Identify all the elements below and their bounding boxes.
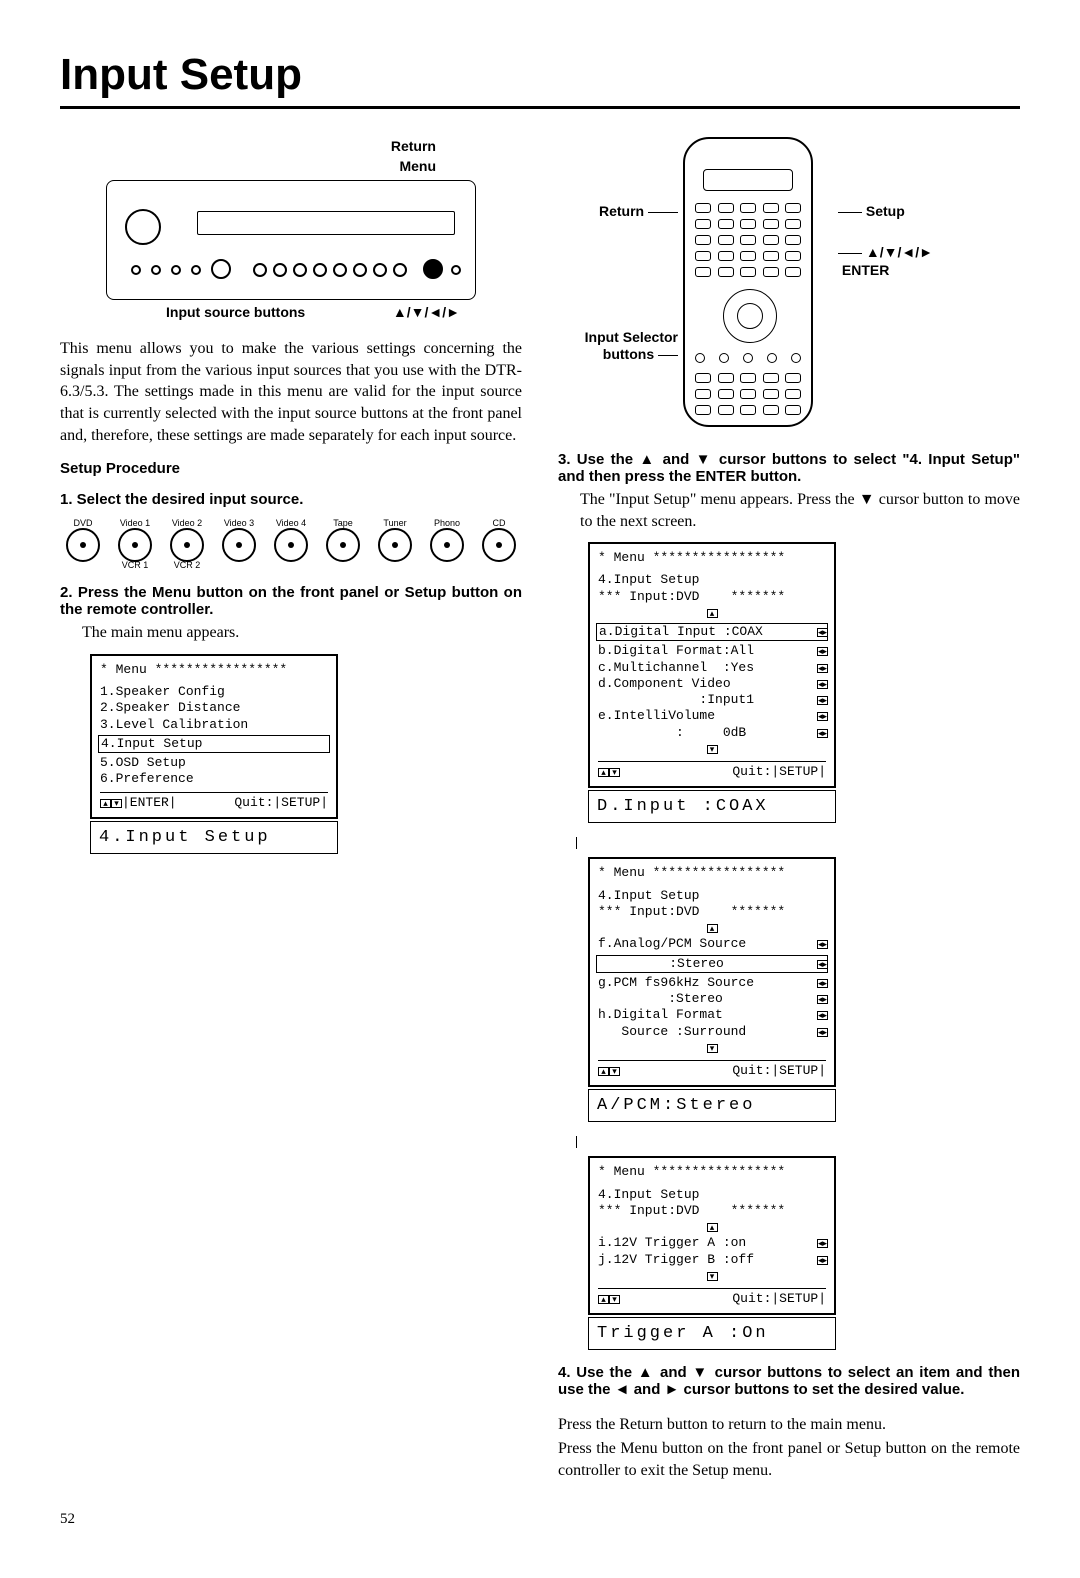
lcd-main: 4.Input Setup: [90, 821, 338, 854]
left-column: Return Menu: [60, 137, 522, 1481]
closing-1: Press the Return button to return to the…: [558, 1414, 1020, 1436]
input-source-button[interactable]: Video 1: [112, 518, 158, 562]
osd-input-setup-c: * Menu *****************4.Input Setup***…: [588, 1156, 836, 1315]
osd-main-menu: * Menu *****************1.Speaker Config…: [90, 654, 338, 819]
step-3-desc: The "Input Setup" menu appears. Press th…: [580, 489, 1020, 532]
input-source-button[interactable]: Video 4: [268, 518, 314, 562]
setup-procedure-heading: Setup Procedure: [60, 460, 522, 477]
lcd-b: A/PCM:Stereo: [588, 1089, 836, 1122]
input-source-button[interactable]: Tuner: [372, 518, 418, 562]
front-panel-illustration: [106, 180, 476, 300]
osd-input-setup-b: * Menu *****************4.Input Setup***…: [588, 857, 836, 1087]
page-title: Input Setup: [60, 50, 1020, 109]
input-source-button[interactable]: Video 2: [164, 518, 210, 562]
fp-label-input-src: Input source buttons: [166, 304, 305, 320]
input-source-button[interactable]: Video 3: [216, 518, 262, 562]
remote-diagram: Return Input Selector buttons Setup ▲/▼/…: [558, 137, 938, 437]
fp-label-arrows: ▲/▼/◄/►: [393, 304, 460, 320]
page-number: 52: [60, 1511, 1020, 1528]
osd-input-setup-a: * Menu *****************4.Input Setup***…: [588, 542, 836, 788]
rc-label-return: Return: [599, 203, 644, 219]
rc-label-input-selector: Input Selector buttons: [585, 329, 678, 362]
remote-illustration: [683, 137, 813, 427]
closing-2: Press the Menu button on the front panel…: [558, 1438, 1020, 1481]
lcd-a: D.Input :COAX: [588, 790, 836, 823]
input-source-row: DVDVideo 1Video 2Video 3Video 4TapeTuner…: [60, 518, 522, 562]
rc-label-enter: ENTER: [842, 262, 889, 278]
lcd-c: Trigger A :On: [588, 1317, 836, 1350]
step-2: 2. Press the Menu button on the front pa…: [60, 584, 522, 618]
intro-paragraph: This menu allows you to make the various…: [60, 338, 522, 446]
rc-label-setup: Setup: [866, 203, 905, 219]
step-1: 1. Select the desired input source.: [60, 491, 522, 508]
right-column: Return Input Selector buttons Setup ▲/▼/…: [558, 137, 1020, 1481]
step-4: 4. Use the ▲ and ▼ cursor buttons to sel…: [558, 1364, 1020, 1398]
fp-label-menu: Menu: [399, 158, 436, 174]
step-3: 3. Use the ▲ and ▼ cursor buttons to sel…: [558, 451, 1020, 485]
front-panel-diagram: Return Menu: [60, 137, 522, 320]
step-2-desc: The main menu appears.: [82, 622, 522, 644]
input-source-button[interactable]: CD: [476, 518, 522, 562]
input-source-button[interactable]: Tape: [320, 518, 366, 562]
input-source-button[interactable]: DVD: [60, 518, 106, 562]
rc-label-arrows: ▲/▼/◄/►: [866, 244, 933, 260]
input-source-button[interactable]: Phono: [424, 518, 470, 562]
fp-label-return: Return: [391, 138, 436, 154]
